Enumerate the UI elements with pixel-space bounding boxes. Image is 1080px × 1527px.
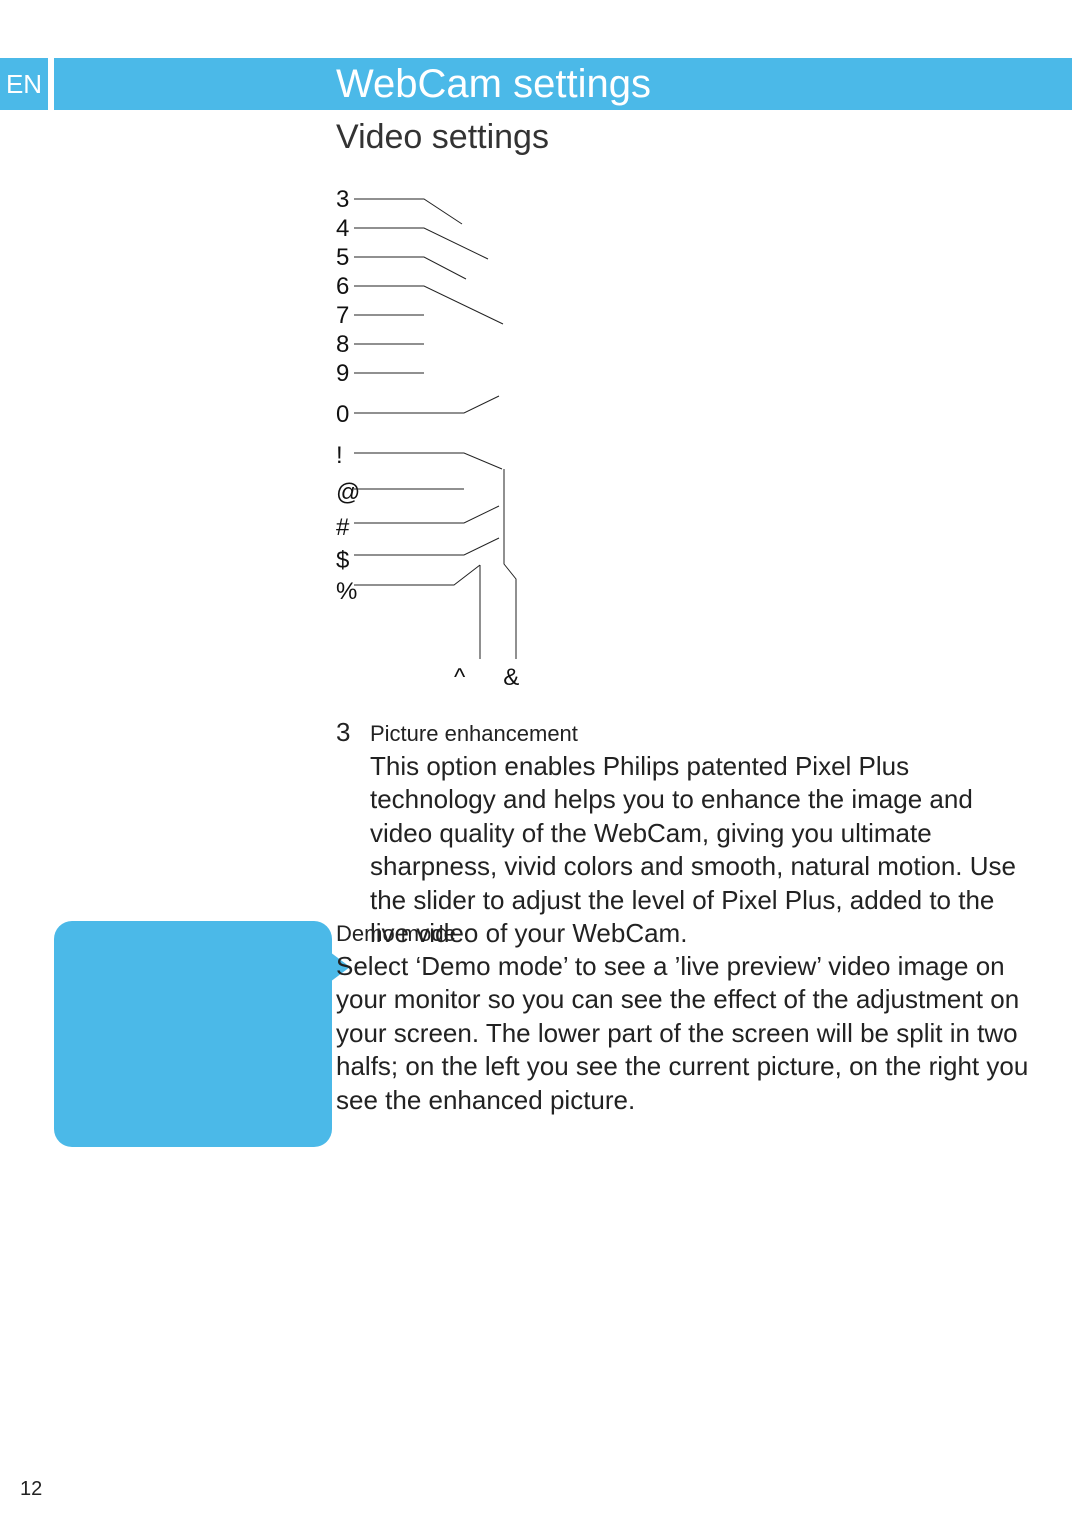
item-number: 3 <box>336 716 370 750</box>
item-heading: Demo mode <box>336 921 456 946</box>
page-title-bar: WebCam settings <box>54 58 1072 110</box>
language-tab: EN <box>0 58 48 110</box>
item-heading: Picture enhancement <box>370 721 578 746</box>
side-callout-box <box>54 921 332 1147</box>
diagram-lines <box>354 189 574 699</box>
callout-diagram: 3 4 5 6 7 8 9 0 ! @ # $ % ^& <box>336 185 576 695</box>
section-heading: Video settings <box>336 118 549 157</box>
item-body: Select ‘Demo mode’ to see a ’live previe… <box>336 950 1040 1118</box>
page-number: 12 <box>20 1478 42 1501</box>
item-demo-mode: Demo mode Select ‘Demo mode’ to see a ’l… <box>336 916 1040 1117</box>
